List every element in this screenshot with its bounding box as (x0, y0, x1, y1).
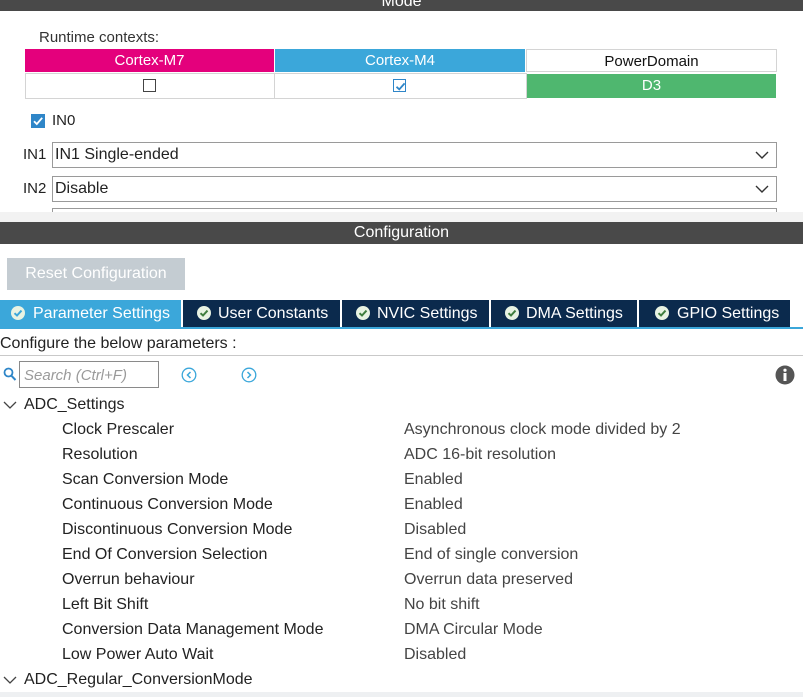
cortex-m4-checkbox[interactable] (393, 79, 406, 92)
param-value[interactable]: End of single conversion (404, 546, 578, 564)
chevron-down-icon[interactable] (3, 674, 17, 686)
search-icon[interactable] (3, 367, 17, 382)
check-circle-icon (356, 306, 370, 320)
check-circle-icon (505, 306, 519, 320)
param-value[interactable]: Enabled (404, 471, 463, 489)
mode-header: Mode (0, 0, 803, 11)
context-header-cortex-m4: Cortex-M4 (275, 49, 525, 72)
param-value[interactable]: DMA Circular Mode (404, 621, 543, 639)
tab-label: GPIO Settings (677, 305, 780, 322)
context-header-powerdomain: PowerDomain (526, 49, 777, 72)
chevron-down-icon[interactable] (754, 182, 770, 196)
param-name: Resolution (62, 446, 138, 463)
chevron-down-icon[interactable] (754, 148, 770, 162)
tree-group-adc-regular-conversionmode[interactable]: ADC_Regular_ConversionMode (24, 671, 253, 689)
in2-label: IN2 (23, 180, 47, 197)
tab-label: NVIC Settings (377, 305, 478, 322)
cortex-m7-checkbox[interactable] (143, 79, 156, 92)
checkmark-icon (33, 117, 43, 126)
tab-gpio-settings[interactable]: GPIO Settings (639, 300, 790, 327)
tab-label: Parameter Settings (33, 305, 170, 322)
in2-select[interactable]: Disable (52, 176, 777, 202)
param-name: Left Bit Shift (62, 596, 149, 613)
param-name: Continuous Conversion Mode (62, 496, 273, 513)
runtime-contexts-label: Runtime contexts: (39, 29, 160, 46)
divider (0, 355, 803, 356)
tree-group-adc-settings[interactable]: ADC_Settings (24, 396, 125, 414)
tab-nvic-settings[interactable]: NVIC Settings (342, 300, 489, 327)
next-match-icon[interactable] (241, 367, 257, 383)
reset-configuration-button[interactable]: Reset Configuration (7, 258, 185, 290)
param-value[interactable]: No bit shift (404, 596, 480, 614)
config-tab-bar: Parameter Settings User Constants NVIC S… (0, 300, 790, 327)
param-name: Conversion Data Management Mode (62, 621, 324, 638)
tab-dma-settings[interactable]: DMA Settings (491, 300, 637, 327)
check-circle-icon (197, 306, 211, 320)
context-header-cortex-m7: Cortex-M7 (25, 49, 274, 72)
param-name: Scan Conversion Mode (62, 471, 229, 488)
in0-label: IN0 (52, 112, 76, 129)
splitter[interactable] (0, 212, 803, 222)
tab-underline (0, 327, 803, 329)
tab-user-constants[interactable]: User Constants (183, 300, 340, 327)
tab-label: DMA Settings (526, 305, 623, 322)
info-icon[interactable] (775, 365, 795, 385)
checkmark-icon (395, 82, 406, 91)
param-value[interactable]: Disabled (404, 646, 466, 664)
chevron-down-icon[interactable] (3, 399, 17, 411)
search-input[interactable] (22, 363, 158, 387)
mode-title: Mode (381, 0, 422, 10)
check-circle-icon (655, 306, 669, 320)
in2-value: Disable (55, 180, 109, 197)
param-value[interactable]: Asynchronous clock mode divided by 2 (404, 421, 681, 439)
param-value[interactable]: ADC 16-bit resolution (404, 446, 556, 464)
previous-match-icon[interactable] (181, 367, 197, 383)
param-name: Clock Prescaler (62, 421, 175, 438)
powerdomain-value: D3 (527, 74, 776, 98)
param-name: End Of Conversion Selection (62, 546, 268, 563)
bottom-border (0, 692, 803, 697)
in1-value: IN1 Single-ended (55, 146, 179, 163)
param-name: Low Power Auto Wait (62, 646, 214, 663)
in1-select[interactable]: IN1 Single-ended (52, 142, 777, 168)
param-value[interactable]: Disabled (404, 521, 466, 539)
param-name: Overrun behaviour (62, 571, 195, 588)
check-circle-icon (11, 306, 25, 320)
configuration-header: Configuration (0, 222, 803, 244)
param-value[interactable]: Enabled (404, 496, 463, 514)
search-field[interactable] (19, 361, 159, 388)
tab-label: User Constants (218, 305, 329, 322)
in1-label: IN1 (23, 146, 47, 163)
param-name: Discontinuous Conversion Mode (62, 521, 293, 538)
configure-description: Configure the below parameters : (0, 335, 237, 352)
in0-checkbox[interactable] (31, 114, 45, 128)
tab-parameter-settings[interactable]: Parameter Settings (0, 300, 181, 327)
param-value[interactable]: Overrun data preserved (404, 571, 573, 589)
